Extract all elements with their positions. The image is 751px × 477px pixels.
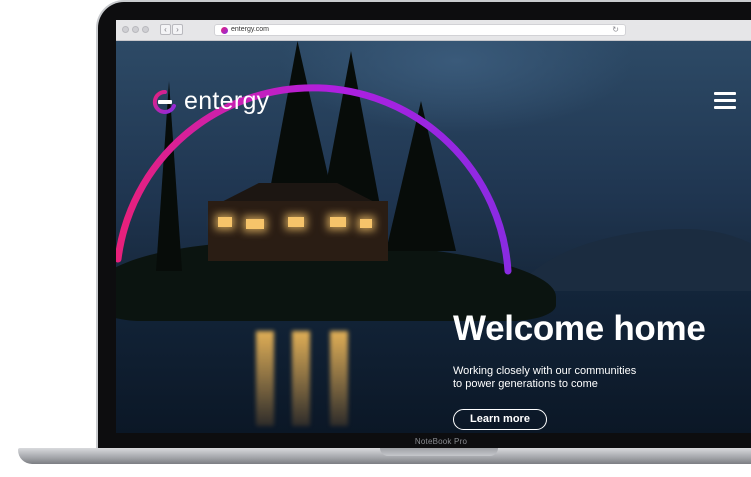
hamburger-menu-icon[interactable] [714, 92, 736, 110]
window-light [360, 219, 372, 228]
close-window-dot[interactable] [122, 26, 129, 33]
light-reflection [256, 331, 274, 426]
minimize-window-dot[interactable] [132, 26, 139, 33]
browser-toolbar: ‹ › entergy.com ↻ [116, 20, 751, 41]
forward-button[interactable]: › [172, 24, 183, 35]
url-text: entergy.com [231, 26, 269, 33]
hero-subtext-line: Working closely with our communities [453, 365, 637, 377]
light-reflection [292, 331, 310, 426]
hero-subtext-line: to power generations to come [453, 378, 598, 390]
reload-icon[interactable]: ↻ [612, 25, 619, 34]
laptop-screen: ‹ › entergy.com ↻ entergy Welcome home W… [116, 20, 751, 433]
hero-subtext: Working closely with our communities to … [453, 365, 683, 391]
menu-bar [714, 99, 736, 102]
laptop-mockup: ‹ › entergy.com ↻ entergy Welcome home W… [0, 0, 751, 477]
window-light [330, 217, 346, 227]
learn-more-button[interactable]: Learn more [453, 409, 547, 430]
window-light [246, 219, 264, 229]
brand-name: entergy [184, 87, 270, 115]
window-light [288, 217, 304, 227]
menu-bar [714, 92, 736, 95]
back-button[interactable]: ‹ [160, 24, 171, 35]
entergy-logo-icon [152, 89, 176, 114]
address-bar[interactable]: entergy.com ↻ [214, 24, 626, 36]
tree-silhouette [386, 101, 456, 251]
laptop-base-notch [380, 448, 498, 456]
zoom-window-dot[interactable] [142, 26, 149, 33]
favicon-icon [221, 27, 228, 34]
hero-section: entergy Welcome home Working closely wit… [116, 41, 751, 433]
house [208, 201, 388, 261]
menu-bar [714, 106, 736, 109]
light-reflection [330, 331, 348, 426]
hero-headline: Welcome home [453, 309, 706, 348]
site-logo[interactable]: entergy [152, 87, 270, 116]
device-model-label: NoteBook Pro [414, 437, 468, 446]
window-light [218, 217, 232, 227]
